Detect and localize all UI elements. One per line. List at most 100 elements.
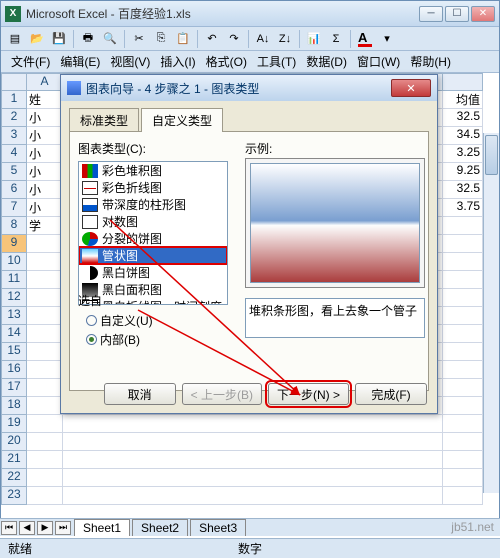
row-header[interactable]: 21 [1,451,27,469]
save-icon[interactable]: 💾 [49,29,69,49]
vertical-scrollbar[interactable] [483,133,499,493]
finish-button[interactable]: 完成(F) [355,383,427,405]
dialog-close-button[interactable]: ✕ [391,79,431,97]
col-header-right[interactable] [443,73,483,91]
cell[interactable] [443,271,483,289]
print-icon[interactable]: 🖶 [78,29,98,49]
cell[interactable] [443,433,483,451]
cell[interactable]: 学 [27,217,63,235]
cell[interactable] [27,307,63,325]
cancel-button[interactable]: 取消 [104,383,176,405]
cell[interactable]: 均值 [443,91,483,109]
sum-icon[interactable]: Σ [326,29,346,49]
cell[interactable] [443,253,483,271]
back-button[interactable]: < 上一步(B) [182,383,262,405]
row-header[interactable]: 14 [1,325,27,343]
menu-insert[interactable]: 插入(I) [156,51,199,72]
cell[interactable]: 34.5 [443,127,483,145]
list-item[interactable]: 彩色堆积图 [79,162,227,179]
minimize-button[interactable]: ─ [419,6,443,22]
tab-nav-next-icon[interactable]: ▶ [37,521,53,535]
row-header[interactable]: 16 [1,361,27,379]
cell[interactable] [443,397,483,415]
open-icon[interactable]: 📂 [27,29,47,49]
tab-nav-first-icon[interactable]: ⏮ [1,521,17,535]
cell[interactable] [27,343,63,361]
row-21[interactable]: 21 [1,451,499,469]
row-header[interactable]: 5 [1,163,27,181]
row-header[interactable]: 7 [1,199,27,217]
maximize-button[interactable]: ☐ [445,6,469,22]
row-header[interactable]: 3 [1,127,27,145]
row-header[interactable]: 23 [1,487,27,505]
menu-data[interactable]: 数据(D) [302,51,351,72]
cell[interactable] [443,289,483,307]
menu-window[interactable]: 窗口(W) [353,51,404,72]
cell[interactable] [443,487,483,505]
list-item[interactable]: 黑白饼图 [79,264,227,281]
cell[interactable] [63,415,443,433]
cell[interactable] [27,433,63,451]
cell[interactable]: 小 [27,145,63,163]
next-button[interactable]: 下一步(N) > [268,383,349,405]
list-item[interactable]: 彩色折线图 [79,179,227,196]
sort-desc-icon[interactable]: Z↓ [275,29,295,49]
row-header[interactable]: 12 [1,289,27,307]
row-19[interactable]: 19 [1,415,499,433]
cell[interactable] [443,469,483,487]
row-header[interactable]: 13 [1,307,27,325]
tab-custom[interactable]: 自定义类型 [141,108,223,132]
cell[interactable] [27,289,63,307]
cell[interactable] [27,361,63,379]
list-item[interactable]: 对数图 [79,213,227,230]
row-header[interactable]: 4 [1,145,27,163]
row-header[interactable]: 19 [1,415,27,433]
close-button[interactable]: ✕ [471,6,495,22]
cell[interactable]: 9.25 [443,163,483,181]
sheet-tab-1[interactable]: Sheet1 [74,519,130,536]
menu-file[interactable]: 文件(F) [7,51,54,72]
new-icon[interactable]: ▤ [5,29,25,49]
tab-nav-last-icon[interactable]: ⏭ [55,521,71,535]
cell[interactable]: 3.75 [443,199,483,217]
cell[interactable] [443,379,483,397]
row-header[interactable]: 1 [1,91,27,109]
list-item-selected[interactable]: 管状图 [79,247,227,264]
cell[interactable] [443,235,483,253]
row-header[interactable]: 2 [1,109,27,127]
cut-icon[interactable]: ✂ [129,29,149,49]
cell[interactable] [27,325,63,343]
cell[interactable] [27,379,63,397]
cell[interactable] [63,469,443,487]
font-color-button[interactable]: A [355,29,375,49]
col-header-a[interactable]: A [27,73,63,91]
row-header[interactable]: 8 [1,217,27,235]
copy-icon[interactable]: ⎘ [151,29,171,49]
cell[interactable] [27,271,63,289]
cell[interactable] [443,451,483,469]
sort-asc-icon[interactable]: A↓ [253,29,273,49]
row-header[interactable]: 18 [1,397,27,415]
row-header[interactable]: 15 [1,343,27,361]
cell[interactable]: 32.5 [443,181,483,199]
sheet-tab-3[interactable]: Sheet3 [190,519,246,536]
cell[interactable]: 3.25 [443,145,483,163]
row-22[interactable]: 22 [1,469,499,487]
radio-custom-row[interactable]: 自定义(U) [86,312,153,329]
row-23[interactable]: 23 [1,487,499,505]
cell[interactable] [27,415,63,433]
cell[interactable] [443,343,483,361]
menu-format[interactable]: 格式(O) [202,51,251,72]
cell[interactable] [63,487,443,505]
cell[interactable]: 姓 [27,91,63,109]
cell[interactable]: 小 [27,163,63,181]
dropdown-icon[interactable]: ▾ [377,29,397,49]
scroll-thumb[interactable] [485,135,498,175]
row-header[interactable]: 9 [1,235,27,253]
row-header[interactable]: 10 [1,253,27,271]
undo-icon[interactable]: ↶ [202,29,222,49]
cell[interactable] [27,397,63,415]
cell[interactable] [63,433,443,451]
row-20[interactable]: 20 [1,433,499,451]
cell[interactable] [443,307,483,325]
